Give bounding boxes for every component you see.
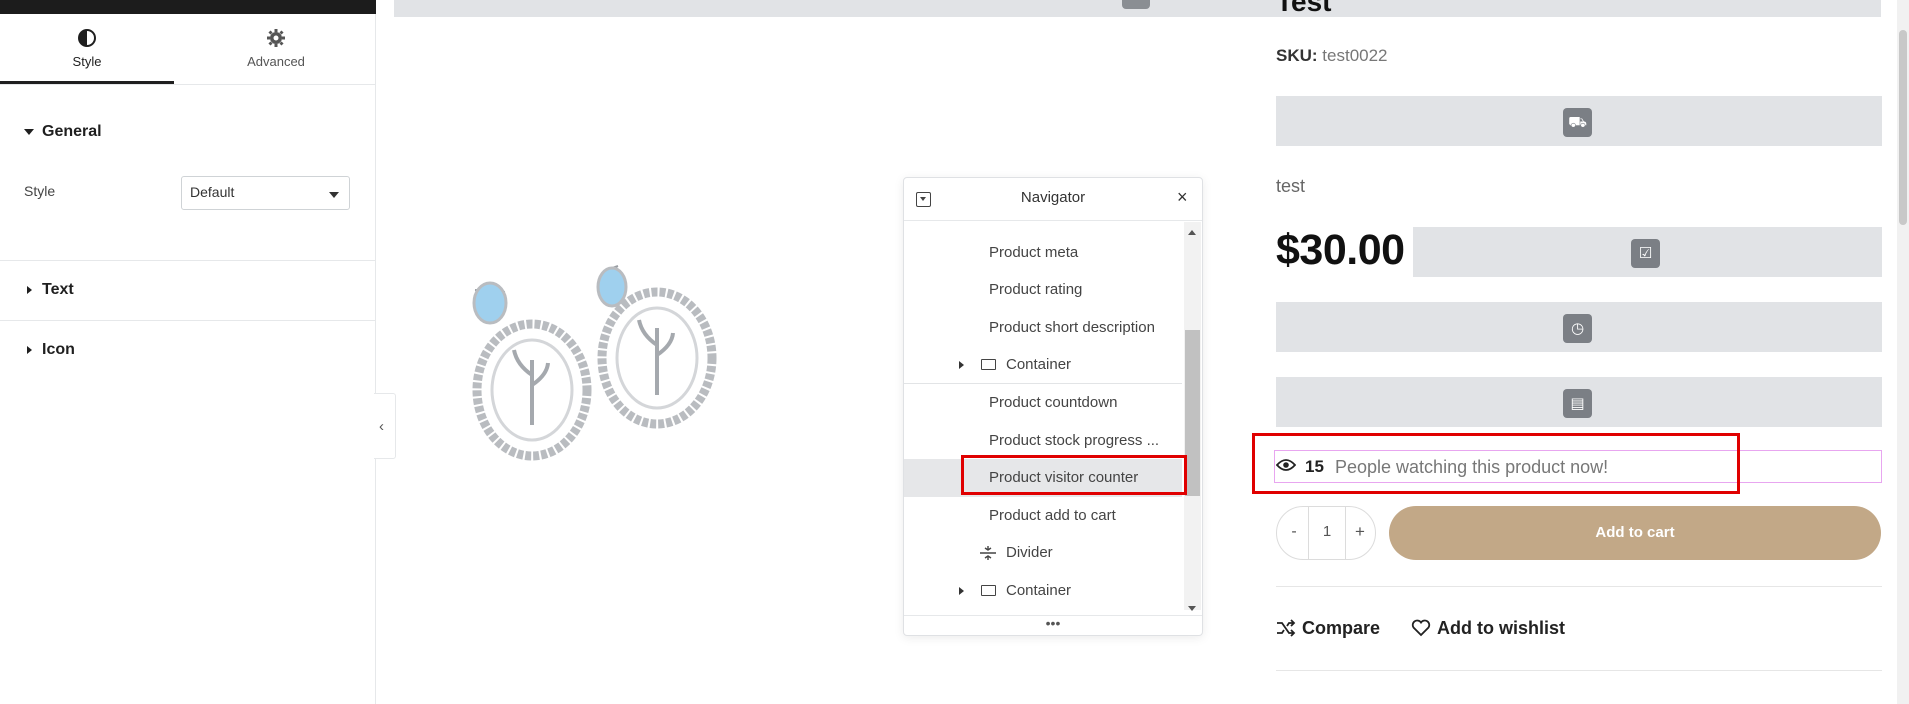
navigator-resize-handle[interactable]: ••• xyxy=(904,615,1202,635)
section-general[interactable]: General xyxy=(24,123,102,141)
navigator-item[interactable]: Product meta xyxy=(904,234,1182,272)
divider xyxy=(1276,586,1882,587)
quantity-plus-button[interactable]: + xyxy=(1353,522,1367,542)
heart-icon xyxy=(1411,619,1431,637)
product-image[interactable] xyxy=(440,250,760,480)
sku-value: test0022 xyxy=(1322,46,1388,65)
caret-right-icon xyxy=(27,345,32,354)
section-general-label: General xyxy=(42,123,102,140)
style-select[interactable]: Default xyxy=(181,176,350,210)
navigator-scroll-thumb[interactable] xyxy=(1185,330,1200,496)
navigator-item-label: Product add to cart xyxy=(989,507,1116,524)
stock-progress-icon: ▤ xyxy=(1563,389,1592,418)
placeholder-icon xyxy=(1122,0,1150,9)
caret-right-icon xyxy=(27,285,32,294)
tab-advanced-label: Advanced xyxy=(247,54,305,69)
product-short-description: test xyxy=(1276,176,1306,196)
add-to-cart-button[interactable]: Add to cart xyxy=(1389,506,1881,560)
widget-placeholder[interactable]: ◷ xyxy=(1276,302,1882,352)
section-icon[interactable]: Icon xyxy=(24,341,75,359)
navigator-item[interactable]: Container xyxy=(904,572,1182,610)
widget-placeholder[interactable]: ☑ xyxy=(1413,227,1882,277)
section-divider xyxy=(0,260,376,261)
countdown-icon: ◷ xyxy=(1563,314,1592,343)
quantity-input[interactable]: 1 xyxy=(1317,523,1337,540)
wishlist-label: Add to wishlist xyxy=(1437,618,1565,638)
navigator-item-label: Product meta xyxy=(989,244,1079,261)
widget-placeholder[interactable]: ⛟ xyxy=(1276,96,1882,146)
gear-icon xyxy=(267,29,285,47)
navigator-item-label: Container xyxy=(1006,582,1072,599)
highlight-box xyxy=(961,455,1187,495)
quantity-minus-button[interactable]: - xyxy=(1287,523,1301,541)
navigator-item[interactable]: Product countdown xyxy=(904,384,1182,422)
navigator-item-label: Divider xyxy=(1006,544,1053,561)
navigator-item-label: Product countdown xyxy=(989,394,1118,411)
cart-star-icon: ⛟ xyxy=(1563,108,1592,137)
expand-arrow-icon[interactable] xyxy=(959,587,964,595)
scroll-down-icon[interactable] xyxy=(1188,606,1196,611)
product-price: $30.00 xyxy=(1276,226,1405,274)
navigator-panel[interactable]: Navigator × Product meta Product rating … xyxy=(903,177,1203,636)
page-scroll-thumb[interactable] xyxy=(1899,30,1907,225)
style-control-label: Style xyxy=(24,183,56,199)
panel-top-bar xyxy=(0,0,376,14)
highlight-box xyxy=(1252,433,1740,494)
panel-collapse-button[interactable]: ‹ xyxy=(374,393,396,459)
section-text-label: Text xyxy=(42,281,74,298)
chart-check-icon: ☑ xyxy=(1631,239,1660,268)
expand-arrow-icon[interactable] xyxy=(959,361,964,369)
sku-label: SKU: xyxy=(1276,46,1318,65)
navigator-item[interactable]: Container xyxy=(904,346,1182,384)
stepper-divider xyxy=(1308,507,1309,559)
stepper-divider xyxy=(1345,507,1346,559)
tab-style-label: Style xyxy=(72,54,102,69)
compare-link[interactable]: Compare xyxy=(1276,618,1380,639)
chevron-left-icon: ‹ xyxy=(379,418,384,435)
navigator-item[interactable]: Divider xyxy=(904,534,1182,572)
navigator-item[interactable]: Product rating xyxy=(904,271,1182,309)
toggle-all-icon[interactable] xyxy=(916,192,931,207)
navigator-item-label: Product short description xyxy=(989,319,1155,336)
navigator-item-label: Container xyxy=(1006,356,1072,373)
divider xyxy=(1276,670,1882,671)
navigator-item[interactable]: Product add to cart xyxy=(904,497,1182,535)
container-icon xyxy=(981,359,996,370)
navigator-title: Navigator xyxy=(1020,189,1086,206)
close-icon[interactable]: × xyxy=(1177,187,1188,208)
compare-label: Compare xyxy=(1302,618,1381,638)
divider-icon xyxy=(980,546,996,560)
style-select-value: Default xyxy=(190,184,235,200)
product-title: Test xyxy=(1276,0,1332,17)
widget-placeholder[interactable]: ▤ xyxy=(1276,377,1882,427)
tab-style[interactable]: Style xyxy=(0,14,174,84)
container-icon xyxy=(981,585,996,596)
contrast-icon xyxy=(78,29,96,47)
chevron-down-icon xyxy=(329,192,339,198)
caret-down-icon xyxy=(24,128,34,135)
section-divider xyxy=(0,320,376,321)
tab-advanced[interactable]: Advanced xyxy=(189,14,363,84)
navigator-item-label: Product rating xyxy=(989,281,1083,298)
tabs-divider xyxy=(0,84,376,85)
scroll-up-icon[interactable] xyxy=(1188,230,1196,235)
section-icon-label: Icon xyxy=(42,341,75,358)
navigator-item[interactable]: Product short description xyxy=(904,309,1182,347)
wishlist-link[interactable]: Add to wishlist xyxy=(1411,618,1565,639)
shuffle-icon xyxy=(1277,619,1296,637)
product-sku: SKU: test0022 xyxy=(1276,46,1388,66)
section-text[interactable]: Text xyxy=(24,281,74,299)
